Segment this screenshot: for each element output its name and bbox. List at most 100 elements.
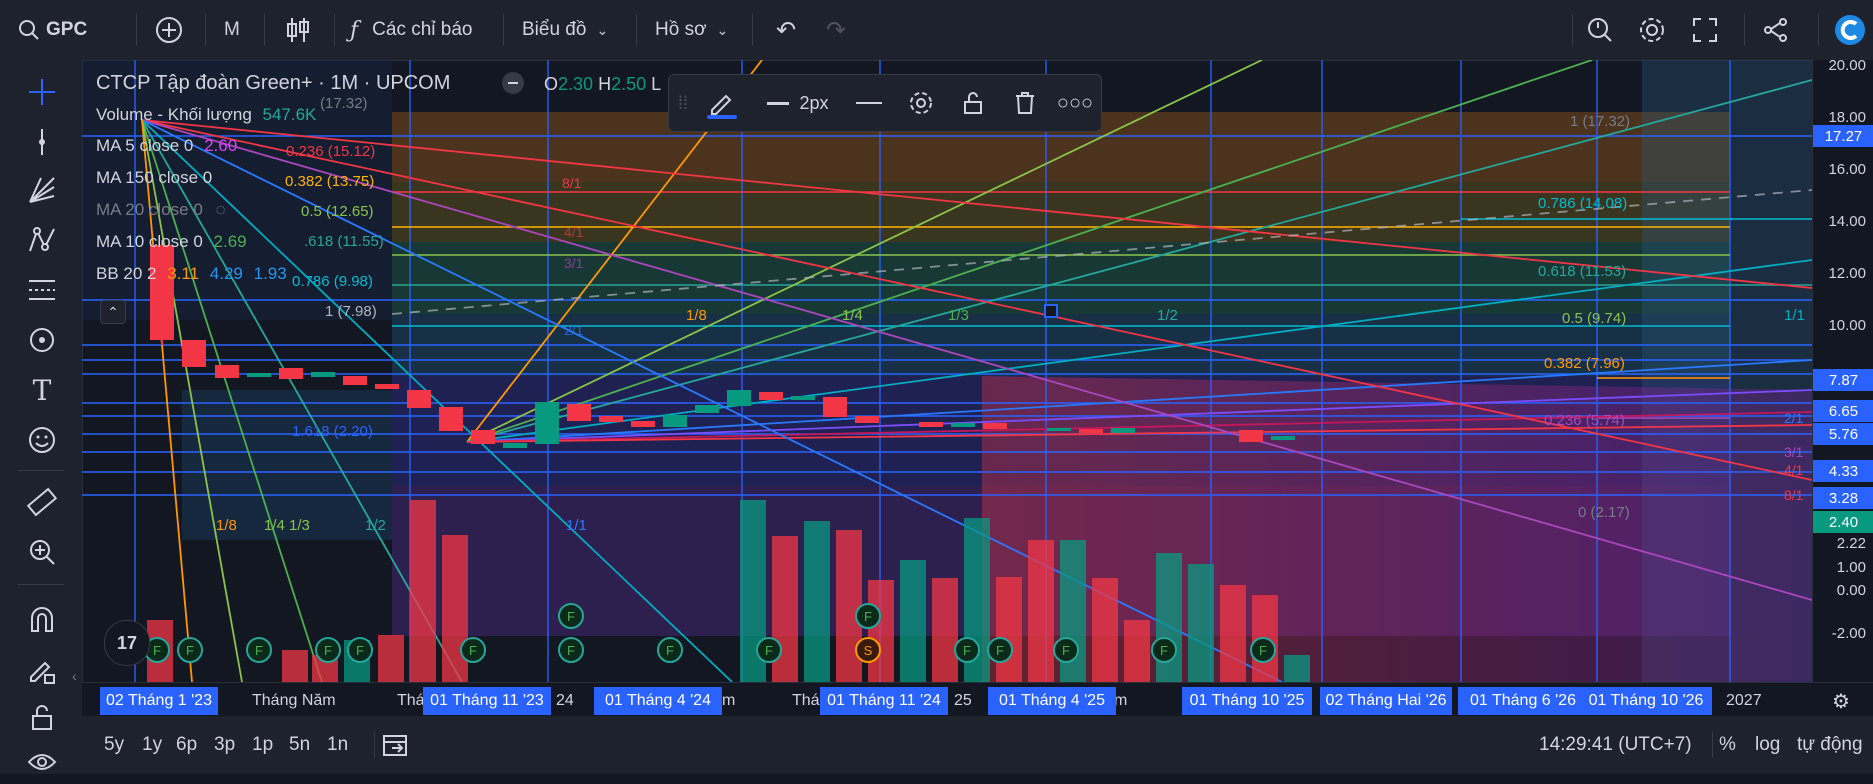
range-3p-button[interactable]: 3p [214,716,235,774]
bb-upper-value: 4.29 [209,264,243,283]
ohlc-open-label: O [544,74,559,94]
bb-legend[interactable]: BB 20 2 3.11 4.29 1.93 [96,264,287,284]
ma10-legend[interactable]: MA 10 close 0 2.69 [96,232,247,252]
time-label: 25 [954,692,972,709]
zoom-in-tool[interactable] [20,530,64,574]
settings-button[interactable] [1638,0,1666,60]
financials-marker[interactable]: F [987,637,1013,663]
range-5y-button[interactable]: 5y [104,716,124,774]
goto-date-button[interactable] [382,716,410,774]
time-label: Thá [397,692,425,709]
financials-marker[interactable]: F [347,637,373,663]
ma150-legend[interactable]: MA 150 close 0 [96,168,212,188]
financials-marker[interactable]: F [657,637,683,663]
collapse-toolbar-icon[interactable]: ‹ [72,668,77,684]
auto-scale-button[interactable]: tự động [1797,716,1863,774]
interval-button[interactable]: M [224,0,240,60]
fib-tool[interactable] [20,268,64,312]
emoji-tool[interactable] [20,418,64,462]
time-badge: 01 Tháng 6 '26 [1458,687,1588,715]
financials-marker[interactable]: F [558,637,584,663]
range-5n-button[interactable]: 5n [289,716,310,774]
magnet-tool[interactable] [20,598,64,642]
redo-button[interactable]: ↷ [826,0,846,60]
gann-fan-tool[interactable] [20,168,64,212]
line-tool[interactable] [20,120,64,164]
financials-marker[interactable]: F [1053,637,1079,663]
volume-legend[interactable]: Volume - Khối lượng 547.6K [96,105,316,125]
undo-button[interactable]: ↶ [776,0,796,60]
eye-icon [27,754,57,770]
chart-type-button[interactable] [285,0,311,60]
fullscreen-button[interactable] [1692,0,1718,60]
clock-display[interactable]: 14:29:41 (UTC+7) [1539,716,1692,774]
bottom-toolbar: 5y 1y 6p 3p 1p 5n 1n 14:29:41 (UTC+7) % … [82,716,1873,774]
gear-icon: ⚙ [1832,691,1850,713]
profile-menu-button[interactable]: Hồ sơ ⌄ [655,0,728,60]
pattern-tool[interactable] [20,218,64,262]
ma20-legend[interactable]: MA 20 close 0 ◌ [96,200,226,220]
drawing-settings-button[interactable] [899,75,943,131]
split-marker[interactable]: S [855,637,881,663]
gann-label: 1/3 [948,307,969,324]
lock-drawing-tool[interactable] [20,648,64,692]
chart-menu-label: Biểu đồ [522,19,587,40]
log-scale-button[interactable]: log [1755,716,1780,774]
financials-marker[interactable]: F [1250,637,1276,663]
line-style-button[interactable] [847,75,891,131]
financials-marker[interactable]: F [558,603,584,629]
text-tool[interactable]: T [20,368,64,412]
ruler-tool[interactable] [20,480,64,524]
price-badge: 3.28 [1813,487,1873,509]
financials-marker[interactable]: F [954,637,980,663]
range-1n-button[interactable]: 1n [327,716,348,774]
financials-marker[interactable]: F [315,637,341,663]
indicators-button[interactable]: ƒ Các chỉ báo [350,0,473,60]
alert-button[interactable] [1586,0,1614,60]
compare-button[interactable] [155,0,183,60]
percent-scale-button[interactable]: % [1719,716,1736,774]
gann-label: 1/8 [686,307,707,324]
financials-marker[interactable]: F [177,637,203,663]
symbol-search[interactable]: GPC [18,0,87,60]
gear-icon [910,92,932,114]
target-icon [30,328,54,352]
more-options-button[interactable]: ○○○ [1053,75,1097,131]
hide-drawings-tool[interactable] [20,740,64,784]
financials-marker[interactable]: F [855,603,881,629]
range-1y-button[interactable]: 1y [142,716,162,774]
gann-label: 1/1 [566,517,587,534]
gann-label: 4/1 [564,224,584,240]
drag-handle-icon[interactable]: ⁞⁞ [675,75,691,131]
collapse-legend-button[interactable]: ⌃ [100,300,126,324]
price-axis[interactable]: 20.00 18.00 16.00 14.00 12.00 10.00 2.22… [1812,57,1873,682]
financials-marker[interactable]: F [756,637,782,663]
range-1p-button[interactable]: 1p [252,716,273,774]
time-axis-settings-button[interactable]: ⚙ [1832,689,1850,714]
ma5-value: 2.60 [204,136,238,155]
share-button[interactable] [1763,0,1789,60]
line-color-button[interactable] [699,75,743,131]
collapse-series-button[interactable] [502,72,524,94]
price-label: -2.00 [1831,625,1866,642]
chart-menu-button[interactable]: Biểu đồ ⌄ [522,0,608,60]
time-badge: 01 Tháng 10 '26 [1580,687,1712,715]
delete-drawing-button[interactable] [1003,75,1047,131]
ma5-legend[interactable]: MA 5 close 0 2.60 [96,136,237,156]
time-axis[interactable]: Tháng Năm Thá 24 m Thá 25 m 2027 02 Thán… [82,682,1873,717]
crosshair-tool[interactable] [20,70,64,114]
zoom-in-icon [30,540,55,565]
financials-marker[interactable]: F [1151,637,1177,663]
financials-marker[interactable]: F [460,637,486,663]
eye-hidden-icon[interactable]: ◌ [216,200,226,219]
range-6p-button[interactable]: 6p [176,716,197,774]
fib-level-label: 0.236 (5.74) [1544,412,1625,429]
financials-marker[interactable]: F [246,637,272,663]
brush-tool[interactable] [20,318,64,362]
ohlc-low-label: L [651,74,662,94]
gann-label: 2/1 [1784,410,1804,426]
lock-all-tool[interactable] [20,696,64,740]
lock-drawing-button[interactable] [951,75,995,131]
line-width-button[interactable]: 2px [763,75,833,131]
chart-area[interactable]: (17.32) 0.236 (15.12) 0.382 (13.75) 0.5 … [82,60,1812,682]
